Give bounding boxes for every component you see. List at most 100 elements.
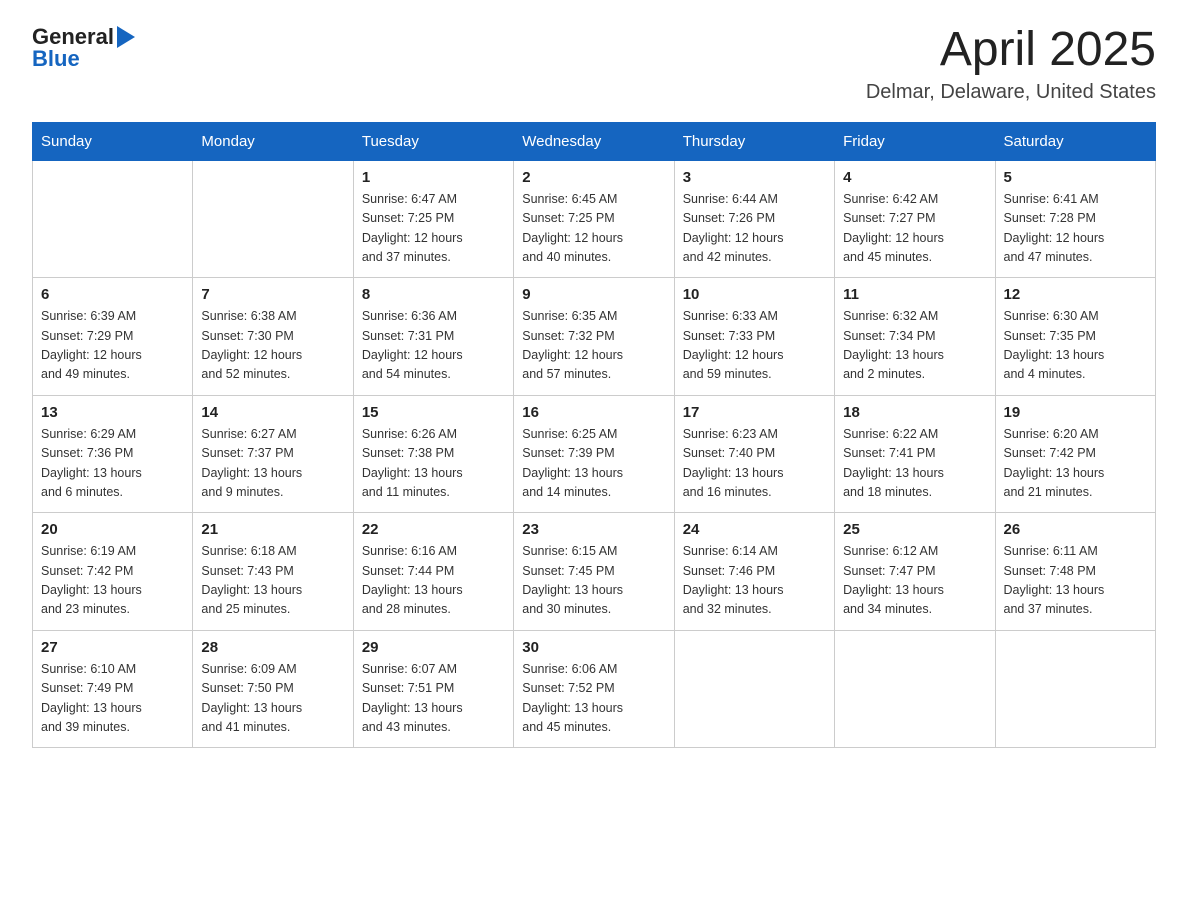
- calendar-cell: 29 Sunrise: 6:07 AM Sunset: 7:51 PM Dayli…: [353, 630, 513, 748]
- calendar-cell: 16 Sunrise: 6:25 AM Sunset: 7:39 PM Dayli…: [514, 395, 674, 513]
- day-number: 9: [522, 286, 665, 303]
- calendar-cell: 28 Sunrise: 6:09 AM Sunset: 7:50 PM Dayli…: [193, 630, 353, 748]
- day-info: Sunrise: 6:23 AM Sunset: 7:40 PM Dayligh…: [683, 425, 826, 503]
- day-info: Sunrise: 6:12 AM Sunset: 7:47 PM Dayligh…: [843, 542, 986, 620]
- calendar-cell: 1 Sunrise: 6:47 AM Sunset: 7:25 PM Daylig…: [353, 160, 513, 278]
- day-number: 19: [1004, 404, 1147, 421]
- calendar-cell: 19 Sunrise: 6:20 AM Sunset: 7:42 PM Dayli…: [995, 395, 1155, 513]
- day-info: Sunrise: 6:15 AM Sunset: 7:45 PM Dayligh…: [522, 542, 665, 620]
- day-number: 15: [362, 404, 505, 421]
- day-number: 12: [1004, 286, 1147, 303]
- calendar-cell: 12 Sunrise: 6:30 AM Sunset: 7:35 PM Dayli…: [995, 278, 1155, 396]
- calendar-cell: 14Sunrise: 6:27 AM Sunset: 7:37 PM Dayli…: [193, 395, 353, 513]
- weekday-header-row: SundayMondayTuesdayWednesdayThursdayFrid…: [33, 122, 1156, 160]
- day-number: 1: [362, 169, 505, 186]
- day-number: 10: [683, 286, 826, 303]
- weekday-header-thursday: Thursday: [674, 122, 834, 160]
- logo-blue-text: Blue: [32, 46, 80, 72]
- day-number: 18: [843, 404, 986, 421]
- calendar-cell: 7Sunrise: 6:38 AM Sunset: 7:30 PM Daylig…: [193, 278, 353, 396]
- calendar-cell: [33, 160, 193, 278]
- day-number: 8: [362, 286, 505, 303]
- day-info: Sunrise: 6:16 AM Sunset: 7:44 PM Dayligh…: [362, 542, 505, 620]
- calendar-table: SundayMondayTuesdayWednesdayThursdayFrid…: [32, 122, 1156, 749]
- day-number: 28: [201, 639, 344, 656]
- page-header: General Blue April 2025 Delmar, Delaware…: [32, 24, 1156, 104]
- calendar-cell: 10 Sunrise: 6:33 AM Sunset: 7:33 PM Dayli…: [674, 278, 834, 396]
- day-info: Sunrise: 6:45 AM Sunset: 7:25 PM Dayligh…: [522, 190, 665, 268]
- month-title: April 2025: [866, 24, 1156, 77]
- day-number: 7: [201, 286, 344, 303]
- calendar-cell: 22Sunrise: 6:16 AM Sunset: 7:44 PM Dayli…: [353, 513, 513, 631]
- calendar-cell: 24Sunrise: 6:14 AM Sunset: 7:46 PM Dayli…: [674, 513, 834, 631]
- day-number: 24: [683, 521, 826, 538]
- day-number: 26: [1004, 521, 1147, 538]
- day-number: 27: [41, 639, 184, 656]
- calendar-cell: 4 Sunrise: 6:42 AM Sunset: 7:27 PM Daylig…: [835, 160, 995, 278]
- calendar-cell: 20Sunrise: 6:19 AM Sunset: 7:42 PM Dayli…: [33, 513, 193, 631]
- day-info: Sunrise: 6:26 AM Sunset: 7:38 PM Dayligh…: [362, 425, 505, 503]
- day-info: Sunrise: 6:36 AM Sunset: 7:31 PM Dayligh…: [362, 307, 505, 385]
- day-info: Sunrise: 6:06 AM Sunset: 7:52 PM Dayligh…: [522, 660, 665, 738]
- day-number: 14: [201, 404, 344, 421]
- day-info: Sunrise: 6:42 AM Sunset: 7:27 PM Dayligh…: [843, 190, 986, 268]
- calendar-cell: 23 Sunrise: 6:15 AM Sunset: 7:45 PM Dayli…: [514, 513, 674, 631]
- day-info: Sunrise: 6:25 AM Sunset: 7:39 PM Dayligh…: [522, 425, 665, 503]
- weekday-header-sunday: Sunday: [33, 122, 193, 160]
- day-info: Sunrise: 6:11 AM Sunset: 7:48 PM Dayligh…: [1004, 542, 1147, 620]
- calendar-cell: 9Sunrise: 6:35 AM Sunset: 7:32 PM Daylig…: [514, 278, 674, 396]
- calendar-cell: 8 Sunrise: 6:36 AM Sunset: 7:31 PM Daylig…: [353, 278, 513, 396]
- calendar-cell: [193, 160, 353, 278]
- day-number: 25: [843, 521, 986, 538]
- day-number: 21: [201, 521, 344, 538]
- day-number: 16: [522, 404, 665, 421]
- day-number: 13: [41, 404, 184, 421]
- day-info: Sunrise: 6:41 AM Sunset: 7:28 PM Dayligh…: [1004, 190, 1147, 268]
- calendar-cell: 18Sunrise: 6:22 AM Sunset: 7:41 PM Dayli…: [835, 395, 995, 513]
- calendar-cell: [835, 630, 995, 748]
- calendar-week-row: 13 Sunrise: 6:29 AM Sunset: 7:36 PM Dayli…: [33, 395, 1156, 513]
- day-number: 23: [522, 521, 665, 538]
- logo-arrow-icon: [117, 26, 135, 48]
- weekday-header-wednesday: Wednesday: [514, 122, 674, 160]
- calendar-week-row: 20Sunrise: 6:19 AM Sunset: 7:42 PM Dayli…: [33, 513, 1156, 631]
- calendar-cell: 15 Sunrise: 6:26 AM Sunset: 7:38 PM Dayli…: [353, 395, 513, 513]
- calendar-cell: [674, 630, 834, 748]
- day-info: Sunrise: 6:32 AM Sunset: 7:34 PM Dayligh…: [843, 307, 986, 385]
- calendar-cell: 2 Sunrise: 6:45 AM Sunset: 7:25 PM Daylig…: [514, 160, 674, 278]
- weekday-header-tuesday: Tuesday: [353, 122, 513, 160]
- day-info: Sunrise: 6:10 AM Sunset: 7:49 PM Dayligh…: [41, 660, 184, 738]
- weekday-header-friday: Friday: [835, 122, 995, 160]
- day-info: Sunrise: 6:20 AM Sunset: 7:42 PM Dayligh…: [1004, 425, 1147, 503]
- calendar-cell: 26 Sunrise: 6:11 AM Sunset: 7:48 PM Dayli…: [995, 513, 1155, 631]
- calendar-week-row: 6Sunrise: 6:39 AM Sunset: 7:29 PM Daylig…: [33, 278, 1156, 396]
- day-number: 30: [522, 639, 665, 656]
- location-title: Delmar, Delaware, United States: [866, 81, 1156, 104]
- calendar-cell: 21 Sunrise: 6:18 AM Sunset: 7:43 PM Dayli…: [193, 513, 353, 631]
- day-info: Sunrise: 6:30 AM Sunset: 7:35 PM Dayligh…: [1004, 307, 1147, 385]
- day-info: Sunrise: 6:47 AM Sunset: 7:25 PM Dayligh…: [362, 190, 505, 268]
- day-number: 2: [522, 169, 665, 186]
- day-number: 6: [41, 286, 184, 303]
- calendar-cell: 13 Sunrise: 6:29 AM Sunset: 7:36 PM Dayli…: [33, 395, 193, 513]
- calendar-cell: 30 Sunrise: 6:06 AM Sunset: 7:52 PM Dayli…: [514, 630, 674, 748]
- calendar-cell: 17Sunrise: 6:23 AM Sunset: 7:40 PM Dayli…: [674, 395, 834, 513]
- day-number: 3: [683, 169, 826, 186]
- day-info: Sunrise: 6:33 AM Sunset: 7:33 PM Dayligh…: [683, 307, 826, 385]
- day-info: Sunrise: 6:09 AM Sunset: 7:50 PM Dayligh…: [201, 660, 344, 738]
- weekday-header-monday: Monday: [193, 122, 353, 160]
- calendar-cell: [995, 630, 1155, 748]
- day-number: 5: [1004, 169, 1147, 186]
- calendar-week-row: 1 Sunrise: 6:47 AM Sunset: 7:25 PM Daylig…: [33, 160, 1156, 278]
- day-info: Sunrise: 6:18 AM Sunset: 7:43 PM Dayligh…: [201, 542, 344, 620]
- day-info: Sunrise: 6:29 AM Sunset: 7:36 PM Dayligh…: [41, 425, 184, 503]
- day-number: 29: [362, 639, 505, 656]
- title-block: April 2025 Delmar, Delaware, United Stat…: [866, 24, 1156, 104]
- day-number: 11: [843, 286, 986, 303]
- day-number: 4: [843, 169, 986, 186]
- weekday-header-saturday: Saturday: [995, 122, 1155, 160]
- day-info: Sunrise: 6:07 AM Sunset: 7:51 PM Dayligh…: [362, 660, 505, 738]
- day-number: 20: [41, 521, 184, 538]
- day-info: Sunrise: 6:44 AM Sunset: 7:26 PM Dayligh…: [683, 190, 826, 268]
- calendar-cell: 25 Sunrise: 6:12 AM Sunset: 7:47 PM Dayli…: [835, 513, 995, 631]
